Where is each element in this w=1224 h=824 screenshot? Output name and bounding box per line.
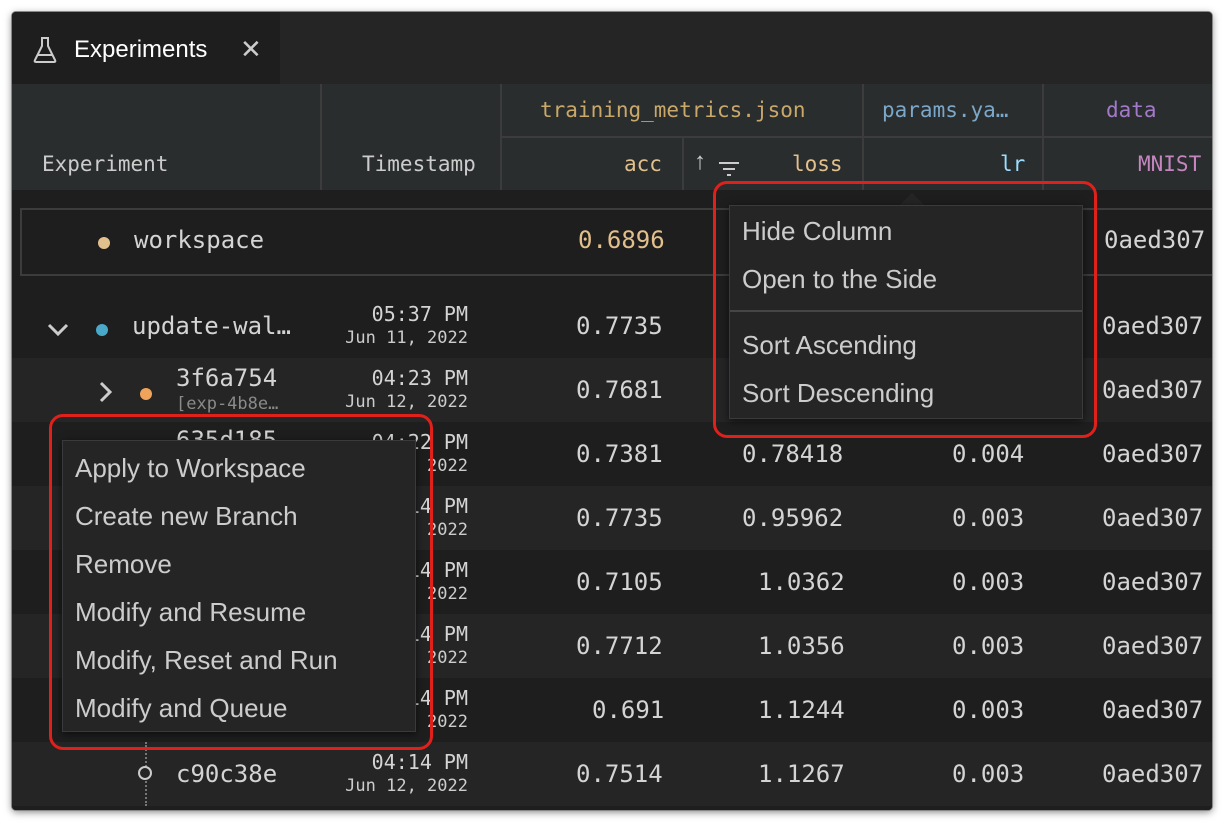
workspace-dot-icon	[98, 237, 110, 249]
experiment-date: Jun 11, 2022	[345, 328, 468, 348]
experiment-data: 0aed307	[1102, 440, 1204, 468]
close-icon[interactable]: ✕	[240, 34, 262, 65]
chevron-down-icon[interactable]	[46, 322, 70, 338]
workspace-acc: 0.6896	[578, 226, 665, 254]
column-header-loss[interactable]: loss	[792, 152, 843, 176]
row-menu-highlight	[49, 414, 433, 750]
column-header-timestamp[interactable]: Timestamp	[362, 152, 476, 176]
experiment-date: Jun 12, 2022	[345, 776, 468, 796]
experiment-lr: 0.003	[952, 504, 1025, 532]
column-header-mnist[interactable]: MNIST	[1138, 152, 1201, 176]
table-header: training_metrics.json params.ya… data Ex…	[12, 84, 1212, 190]
experiment-loss: 1.0362	[758, 568, 845, 596]
experiment-time: 04:23 PM	[371, 366, 468, 390]
experiment-loss: 0.78418	[742, 440, 844, 468]
experiment-loss: 1.1267	[758, 760, 845, 788]
commit-node-icon	[138, 766, 152, 780]
experiment-lr: 0.004	[952, 440, 1025, 468]
table-row[interactable]: c90c38e 04:14 PM Jun 12, 2022 0.7514 1.1…	[12, 742, 1212, 806]
experiment-lr: 0.003	[952, 760, 1025, 788]
sort-ascending-icon[interactable]: ↑	[694, 148, 706, 176]
experiment-dot-icon	[96, 324, 108, 336]
experiment-date: Jun 12, 2022	[345, 392, 468, 412]
experiment-acc: 0.7735	[576, 312, 663, 340]
experiment-time: 04:14 PM	[371, 750, 468, 774]
column-header-acc[interactable]: acc	[624, 152, 662, 176]
experiment-loss: 0.95962	[742, 504, 844, 532]
experiment-lr: 0.003	[952, 696, 1025, 724]
workspace-name: workspace	[134, 226, 265, 254]
experiment-time: 05:37 PM	[371, 302, 468, 326]
tab-experiments[interactable]: Experiments ✕	[12, 12, 280, 84]
experiment-acc: 0.7514	[576, 760, 663, 788]
workspace-data: 0aed307	[1104, 226, 1206, 254]
column-menu-highlight	[713, 181, 1097, 438]
experiment-data: 0aed307	[1102, 696, 1204, 724]
column-header-experiment[interactable]: Experiment	[42, 152, 168, 176]
experiment-name: 3f6a754	[176, 364, 278, 392]
experiment-name: update-wal…	[132, 312, 291, 340]
experiment-data: 0aed307	[1102, 504, 1204, 532]
experiment-acc: 0.691	[592, 696, 665, 724]
group-header-training-metrics[interactable]: training_metrics.json	[540, 98, 806, 122]
group-header-params[interactable]: params.ya…	[882, 98, 1008, 122]
experiment-data: 0aed307	[1102, 568, 1204, 596]
experiment-sub-label: [exp-4b8e…	[176, 394, 279, 414]
experiment-acc: 0.7105	[576, 568, 663, 596]
experiment-data: 0aed307	[1102, 760, 1204, 788]
experiment-dot-icon	[140, 388, 152, 400]
experiment-acc: 0.7381	[576, 440, 663, 468]
flask-icon	[33, 37, 57, 63]
experiment-data: 0aed307	[1102, 312, 1204, 340]
experiment-name: c90c38e	[176, 760, 278, 788]
experiment-data: 0aed307	[1102, 376, 1204, 404]
filter-icon[interactable]	[718, 160, 740, 178]
experiment-acc: 0.7712	[576, 632, 663, 660]
column-header-lr[interactable]: lr	[1000, 152, 1025, 176]
tab-bar: Experiments ✕	[12, 12, 1212, 84]
experiment-lr: 0.003	[952, 568, 1025, 596]
tab-title: Experiments	[74, 36, 208, 63]
experiment-loss: 1.1244	[758, 696, 845, 724]
experiment-data: 0aed307	[1102, 632, 1204, 660]
experiment-lr: 0.003	[952, 632, 1025, 660]
group-header-data[interactable]: data	[1106, 98, 1157, 122]
experiment-acc: 0.7681	[576, 376, 663, 404]
chevron-right-icon[interactable]	[98, 380, 114, 404]
experiment-acc: 0.7735	[576, 504, 663, 532]
experiment-loss: 1.0356	[758, 632, 845, 660]
